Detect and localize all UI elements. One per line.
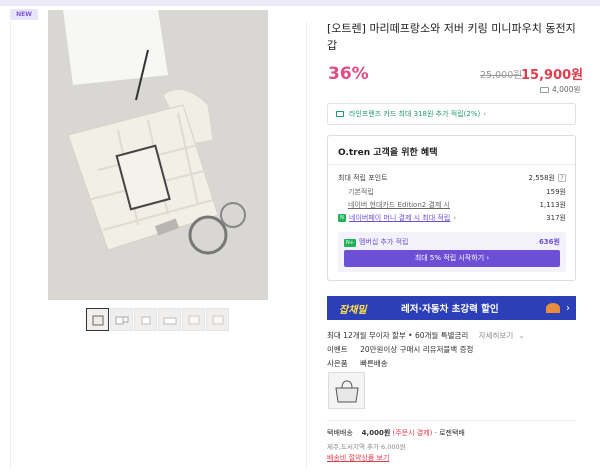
benefit-row[interactable]: 네이버 현대카드 Edition2 결제 시 1,113원 — [338, 200, 566, 210]
benefit-divider — [328, 164, 575, 165]
original-price: 25,000원 — [480, 70, 522, 81]
event-value: 20만원이상 구매시 리유저블백 증정 — [360, 345, 474, 354]
thumbnail-strip — [86, 308, 230, 332]
card-benefit-text: 라인프렌즈 카드 최대 318원 추가 적립(2%) — [349, 110, 481, 118]
thumbnail[interactable] — [110, 308, 133, 331]
max-points-value: 2,558원 — [528, 174, 555, 182]
membership-label: 멤버십 추가 적립 — [358, 238, 409, 246]
membership-icon: N+ — [344, 239, 356, 247]
product-main-image[interactable] — [48, 10, 268, 300]
thumbnail[interactable] — [158, 308, 181, 331]
benefit-row-label: 기본적립 — [348, 188, 374, 196]
thumbnail[interactable] — [206, 308, 229, 331]
benefit-row: 기본적립 159원 — [338, 187, 566, 197]
coupon-icon — [540, 86, 549, 93]
shipping-saving-link[interactable]: 배송비 절약상품 보기 — [327, 453, 389, 463]
chevron-right-icon: › — [453, 214, 457, 222]
benefit-row-value: 159원 — [546, 188, 566, 196]
max-points-label: 최대 적립 포인트 — [338, 174, 388, 182]
discount-rate: 36% — [328, 64, 369, 84]
mid-divider — [306, 22, 307, 470]
benefit-row-value: 1,113원 — [539, 201, 566, 209]
membership-value: 636원 — [538, 238, 560, 246]
membership-box: N+ 멤버십 추가 적립 636원 최대 5% 적립 시작하기 › — [338, 232, 566, 272]
promo-text: 레저·자동차 초강력 할인 — [401, 304, 499, 315]
shipping-divider — [327, 420, 576, 421]
card-icon — [336, 111, 344, 117]
top-strip — [0, 0, 600, 6]
coupon-amount: 4,000원 — [552, 85, 581, 94]
bag-icon — [334, 379, 359, 402]
chevron-right-icon: › — [566, 302, 570, 314]
benefit-row[interactable]: N 네이버페이 머니 결제 시 최대 적립 › 317원 — [338, 213, 566, 223]
shipping-line: 택배배송 4,000원 (주문시 결제) · 로젠택배 — [327, 429, 465, 437]
thumbnail[interactable] — [86, 308, 109, 331]
benefit-row-label[interactable]: 네이버 현대카드 Edition2 결제 시 — [338, 200, 450, 210]
benefit-title: O.tren 고객을 위한 혜택 — [338, 148, 438, 158]
benefit-row-value: 317원 — [546, 214, 566, 222]
gift-key: 사은품 — [327, 359, 348, 368]
shipping-carrier: 로젠택배 — [439, 429, 465, 437]
sale-price: 15,900원 — [521, 68, 584, 83]
card-benefit-banner[interactable]: 라인프렌즈 카드 최대 318원 추가 적립(2%) › — [327, 103, 576, 125]
product-photo — [48, 10, 268, 300]
coupon-row[interactable]: 4,000원 — [540, 84, 580, 95]
shipping-condition: (주문시 결제) — [392, 429, 433, 437]
thumbnail[interactable] — [182, 308, 205, 331]
benefit-row-label[interactable]: 네이버페이 머니 결제 시 최대 적립 — [349, 213, 450, 223]
shipping-label: 택배배송 — [327, 429, 353, 437]
gift-line: 사은품 빠른배송 — [327, 358, 388, 369]
installment-detail-link[interactable]: 자세히보기 — [479, 331, 514, 340]
membership-row: N+ 멤버십 추가 적립 636원 — [344, 237, 560, 247]
max-points-row: 최대 적립 포인트 2,558원? — [338, 173, 566, 183]
product-title: [오트렌] 마리떼프랑소와 저버 키링 미니파우치 동전지갑 — [327, 22, 576, 52]
new-badge: NEW — [10, 9, 38, 20]
event-line: 이벤트 20만원이상 구매시 리유저블백 증정 — [327, 344, 473, 355]
gift-value: 빠른배송 — [360, 359, 388, 368]
benefit-box: O.tren 고객을 위한 혜택 최대 적립 포인트 2,558원? 기본적립 … — [327, 135, 576, 281]
shipping-extra: 제주,도서지역 추가 6,000원 — [327, 443, 406, 451]
shipping-price: 4,000원 — [361, 429, 391, 437]
naverpay-icon: N — [338, 214, 346, 222]
thumbnail[interactable] — [134, 308, 157, 331]
chevron-down-icon: ⌄ — [518, 332, 525, 340]
left-divider — [10, 22, 11, 470]
promo-logo: 잡채밀 — [339, 304, 367, 316]
promo-banner[interactable]: 잡채밀 레저·자동차 초강력 할인 › — [327, 296, 576, 320]
chevron-right-icon: › — [483, 110, 487, 118]
car-icon — [546, 303, 560, 313]
installment-line: 최대 12개월 무이자 할부 • 60개월 특별금리 자세히보기 ⌄ — [327, 330, 524, 341]
membership-start-button[interactable]: 최대 5% 적립 시작하기 › — [344, 250, 560, 267]
help-icon[interactable]: ? — [558, 174, 566, 182]
gift-image[interactable] — [328, 372, 365, 409]
event-key: 이벤트 — [327, 345, 348, 354]
installment-text: 최대 12개월 무이자 할부 • 60개월 특별금리 — [327, 331, 469, 340]
